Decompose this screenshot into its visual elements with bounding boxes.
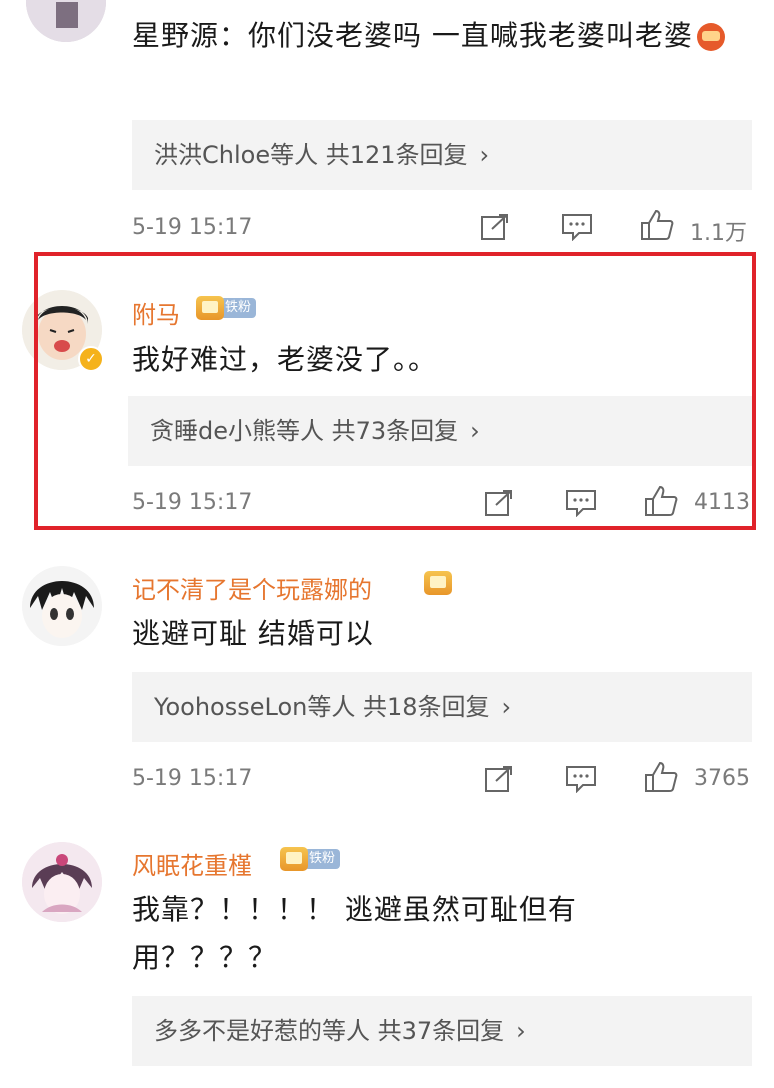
- crown-icon: [280, 847, 308, 871]
- comment-text: 逃避可耻 结婚可以: [132, 617, 374, 650]
- emoji-icon: [696, 23, 725, 51]
- username[interactable]: 附马: [132, 295, 180, 330]
- share-icon[interactable]: [482, 488, 516, 518]
- reply-summary[interactable]: 多多不是好惹的等人 共37条回复 ›: [132, 996, 752, 1066]
- comment-time: 5-19 15:17: [132, 490, 253, 515]
- avatar[interactable]: [26, 0, 106, 42]
- comment-text: 我靠？！！！！ 逃避虽然可耻但有用？？？？: [132, 893, 577, 974]
- comment-time: 5-19 15:17: [132, 766, 253, 791]
- username[interactable]: 记不清了是个玩露娜的: [132, 570, 372, 605]
- chevron-right-icon: ›: [501, 693, 512, 721]
- thumbs-up-icon[interactable]: [644, 485, 678, 516]
- crown-icon: [196, 296, 224, 320]
- comment-text: 我好难过，老婆没了。。: [132, 343, 438, 376]
- fan-badge: 铁粉: [196, 296, 257, 320]
- comment-time: 5-19 15:17: [132, 215, 253, 240]
- share-icon[interactable]: [482, 764, 516, 794]
- avatar[interactable]: [22, 842, 102, 922]
- like-count: 3765: [694, 766, 750, 791]
- fan-tag: 铁粉: [220, 298, 257, 318]
- reply-summary[interactable]: 贪睡de小熊等人 共73条回复 ›: [128, 396, 752, 466]
- reply-summary[interactable]: 洪洪Chloe等人 共121条回复 ›: [132, 120, 752, 190]
- username[interactable]: 风眠花重槿: [132, 846, 252, 881]
- reply-summary[interactable]: YoohosseLon等人 共18条回复 ›: [132, 672, 752, 742]
- fan-badge: [424, 571, 452, 595]
- comment-icon[interactable]: [560, 212, 594, 242]
- chevron-right-icon: ›: [470, 417, 480, 445]
- chevron-right-icon: ›: [479, 141, 490, 169]
- fan-tag: 铁粉: [304, 849, 341, 869]
- comment-text: 星野源：你们没老婆吗 一直喊我老婆叫老婆: [132, 12, 732, 60]
- comment-icon[interactable]: [564, 764, 598, 794]
- avatar[interactable]: [22, 566, 102, 646]
- share-icon[interactable]: [478, 212, 512, 242]
- thumbs-up-icon[interactable]: [644, 761, 678, 792]
- verified-icon: ✓: [78, 346, 104, 372]
- crown-icon: [424, 571, 452, 595]
- thumbs-up-icon[interactable]: [640, 209, 674, 240]
- like-count: 1.1万: [690, 221, 747, 246]
- chevron-right-icon: ›: [516, 1017, 526, 1045]
- fan-badge: 铁粉: [280, 847, 341, 871]
- like-count: 4113: [694, 490, 750, 515]
- comment-icon[interactable]: [564, 488, 598, 518]
